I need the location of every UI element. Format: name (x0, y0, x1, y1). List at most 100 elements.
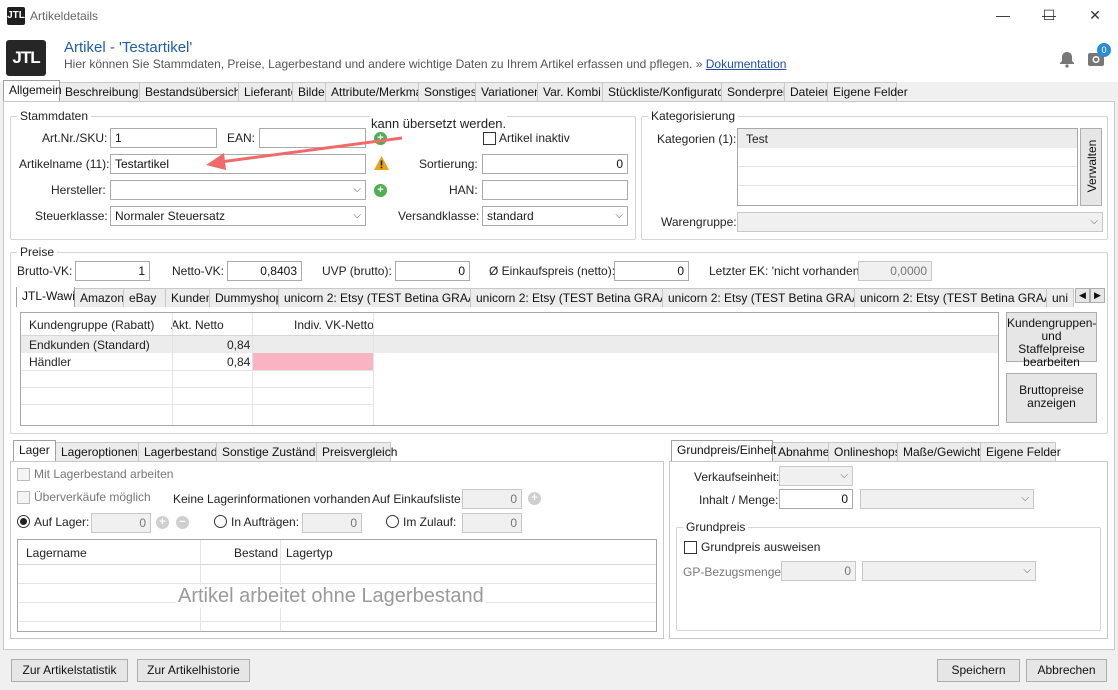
app-icon: JTL (7, 7, 25, 25)
einkaufsliste-input: 0 (462, 489, 522, 509)
preise-tab[interactable]: unicorn 2: Etsy (TEST Betina GRAAB) (470, 288, 680, 307)
translation-annotation: kann übersetzt werden. (370, 116, 508, 131)
main-tab[interactable]: Beschreibung (59, 82, 140, 101)
scroll-right-icon[interactable]: ▶ (1090, 288, 1105, 303)
main-tab[interactable]: Dateien (784, 82, 831, 101)
maximize-button[interactable]: ☐ (1026, 0, 1072, 32)
staffelpreise-button[interactable]: Kundengruppen- und Staffelpreise bearbei… (1006, 312, 1097, 369)
preise-tab[interactable]: uni (1046, 288, 1074, 307)
preise-tab[interactable]: Dummyshop (209, 288, 282, 307)
preise-tab[interactable]: unicorn 2: Etsy (TEST Betina GRAAB) (854, 288, 1064, 307)
grundpreis-tabs: Grundpreis/Einheit Abnahme Onlineshops Maße… (671, 440, 1061, 461)
main-tab[interactable]: Variationen (475, 82, 541, 101)
main-tab[interactable]: Allgemein (3, 80, 62, 101)
artikelhistorie-button[interactable]: Zur Artikelhistorie (137, 659, 250, 682)
empty-lager-message: Artikel arbeitet ohne Lagerbestand (176, 585, 486, 608)
preise-tab[interactable]: Kunden (165, 288, 212, 307)
verkaufseinheit-select[interactable]: ⌵ (779, 466, 853, 486)
brutto-label: Brutto-VK: (17, 264, 73, 278)
netto-label: Netto-VK: (172, 264, 225, 278)
remove-lager-icon[interactable]: − (176, 516, 189, 529)
main-tab[interactable]: Lieferanten (238, 82, 304, 101)
bruttopreise-button[interactable]: Bruttopreise anzeigen (1006, 373, 1097, 423)
add-hersteller-icon[interactable]: + (374, 184, 387, 197)
preise-tab[interactable]: eBay (123, 288, 166, 307)
kategorie-item[interactable]: Test (746, 132, 768, 146)
ek-label: Ø Einkaufspreis (netto): (489, 264, 616, 278)
main-tab[interactable]: Stückliste/Konfigurator (602, 82, 728, 101)
inactive-label: Artikel inaktiv (499, 131, 570, 145)
grundpreis-tab[interactable]: Grundpreis/Einheit (671, 440, 776, 461)
add-lager-icon[interactable]: + (156, 516, 169, 529)
ueberverkaeufe-label: Überverkäufe möglich (34, 490, 151, 504)
artikelstatistik-button[interactable]: Zur Artikelstatistik (11, 659, 128, 682)
bezugsmenge-label: GP-Bezugsmenge: (683, 565, 785, 579)
add-einkaufsliste-icon[interactable]: + (528, 492, 541, 505)
chevron-down-icon: ⌵ (615, 210, 623, 221)
lager-tab[interactable]: Lageroptionen (55, 442, 139, 461)
preise-tab[interactable]: Amazon (74, 288, 124, 307)
uvp-input[interactable]: 0 (395, 261, 470, 281)
auf-lager-input: 0 (91, 513, 151, 533)
uvp-label: UVP (brutto): (322, 264, 392, 278)
im-zulauf-label: Im Zulauf: (403, 515, 457, 529)
col-lagername: Lagername (26, 546, 87, 560)
han-input[interactable] (482, 180, 628, 200)
main-tab[interactable]: Attribute/Merkmale (325, 82, 432, 101)
lager-grid: Lagername Bestand Lagertyp Artikel arbei… (17, 539, 657, 632)
minimize-button-glyph[interactable]: — (980, 0, 1026, 32)
verwalten-button[interactable]: Verwalten (1080, 128, 1102, 206)
indiv-vk-highlight[interactable] (253, 353, 373, 370)
steuer-select[interactable]: Normaler Steuersatz ⌵ (110, 206, 366, 226)
chevron-down-icon: ⌵ (1023, 565, 1031, 576)
col-kundengruppe: Kundengruppe (Rabatt) (29, 318, 155, 332)
bell-icon[interactable] (1058, 50, 1076, 68)
inactive-checkbox[interactable] (483, 132, 496, 145)
grundpreis-tab[interactable]: Abnahme (772, 442, 829, 461)
ek-input[interactable]: 0 (614, 261, 689, 281)
lager-tab[interactable]: Lager (13, 440, 56, 461)
sortierung-input[interactable]: 0 (482, 154, 628, 174)
grundpreis-tab[interactable]: Onlineshops (828, 442, 901, 461)
main-tab[interactable]: Var. Kombi (537, 82, 603, 101)
cancel-button[interactable]: Abbrechen (1026, 659, 1107, 682)
im-zulauf-radio[interactable] (386, 515, 399, 528)
ueberverkaeufe-checkbox[interactable] (17, 491, 30, 504)
grundpreis-tab[interactable]: Eigene Felder (980, 442, 1061, 461)
lager-tab[interactable]: Sonstige Zustände (216, 442, 322, 461)
grundpreis-ausweisen-checkbox[interactable] (684, 541, 697, 554)
main-tab[interactable]: Bilder (292, 82, 329, 101)
bezugsmenge-unit-select[interactable]: ⌵ (862, 561, 1036, 581)
lager-tab[interactable]: Preisvergleich (316, 442, 397, 461)
save-button[interactable]: Speichern (937, 659, 1020, 682)
versand-select[interactable]: standard ⌵ (482, 206, 628, 226)
main-tab[interactable]: Sonstiges (418, 82, 477, 101)
close-button[interactable]: ✕ (1072, 0, 1118, 32)
preise-tab[interactable]: unicorn 2: Etsy (TEST Betina GRAAB) (278, 288, 488, 307)
scroll-left-icon[interactable]: ◀ (1075, 288, 1090, 303)
netto-input[interactable]: 0,8403 (227, 261, 302, 281)
verkaufseinheit-label: Verkaufseinheit: (694, 470, 780, 484)
grundpreis-tab[interactable]: Maße/Gewicht (897, 442, 981, 461)
brutto-input[interactable]: 1 (75, 261, 150, 281)
chevron-down-icon: ⌵ (353, 184, 361, 195)
main-tab[interactable]: Sonderpreise (721, 82, 798, 101)
preise-tab[interactable]: JTL-Wawi (16, 287, 75, 307)
mit-lagerbestand-label: Mit Lagerbestand arbeiten (34, 467, 174, 481)
main-tab[interactable]: Eigene Felder (827, 82, 908, 101)
lager-tab[interactable]: Lagerbestand (138, 442, 217, 461)
preise-tab[interactable]: unicorn 2: Etsy (TEST Betina GRAAB) (662, 288, 872, 307)
row-netto: 0,84 (227, 355, 251, 369)
mit-lagerbestand-checkbox[interactable] (17, 468, 30, 481)
inhalt-input[interactable]: 0 (779, 489, 853, 509)
main-tab[interactable]: Bestandsübersicht (139, 82, 244, 101)
auf-lager-label: Auf Lager: (34, 515, 90, 529)
warengruppe-select[interactable]: ⌵ (737, 212, 1103, 232)
hersteller-select[interactable]: ⌵ (110, 180, 366, 200)
row-netto: 0,84 (227, 338, 251, 352)
auf-lager-radio[interactable] (17, 515, 30, 528)
inhalt-unit-select[interactable]: ⌵ (860, 489, 1034, 509)
kategorien-list[interactable]: Test (737, 128, 1078, 206)
in-auftraegen-radio[interactable] (214, 515, 227, 528)
documentation-link[interactable]: Dokumentation (706, 57, 787, 71)
